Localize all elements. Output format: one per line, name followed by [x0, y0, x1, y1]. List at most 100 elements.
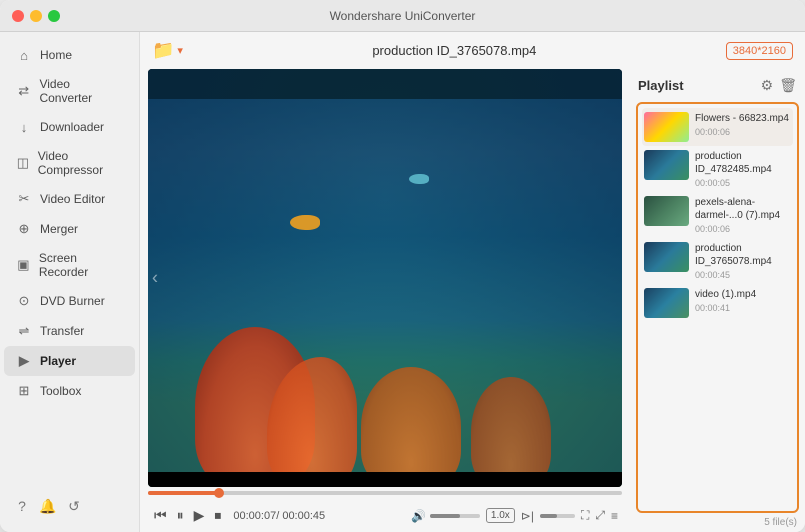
- sidebar-label-screen-recorder: Screen Recorder: [39, 251, 123, 279]
- player-body: ‹ ⏮ ⏸ ▶ ⏹ 00:00:: [140, 69, 805, 532]
- video-player-area: ‹ ⏮ ⏸ ▶ ⏹ 00:00:: [140, 69, 630, 532]
- prev-button[interactable]: ⏮: [152, 505, 169, 526]
- sidebar-item-transfer[interactable]: ⇌ Transfer: [4, 316, 135, 346]
- main-content: ⌂ Home ⇄ Video Converter ↓ Downloader ◫ …: [0, 32, 805, 532]
- letterbox-bottom: [148, 472, 622, 487]
- volume-fill: [430, 514, 460, 518]
- playlist-actions: ⚙ 🗑: [761, 77, 797, 94]
- video-converter-icon: ⇄: [16, 83, 31, 99]
- sidebar-item-screen-recorder[interactable]: ▣ Screen Recorder: [4, 244, 135, 286]
- sidebar-item-video-converter[interactable]: ⇄ Video Converter: [4, 70, 135, 112]
- play-button[interactable]: ▶: [192, 505, 207, 526]
- screen-recorder-icon: ▣: [16, 257, 31, 273]
- playlist-thumb: [644, 112, 689, 142]
- audio-fill: [540, 514, 558, 518]
- scrubber-track[interactable]: [148, 491, 622, 495]
- playlist-thumb: [644, 242, 689, 272]
- sidebar-item-toolbox[interactable]: ⊞ Toolbox: [4, 376, 135, 406]
- close-button[interactable]: [12, 10, 24, 22]
- playlist-item-info: production ID_3765078.mp4 00:00:45: [695, 242, 791, 280]
- playlist-item-name: production ID_3765078.mp4: [695, 242, 791, 268]
- playlist-item[interactable]: Flowers - 66823.mp4 00:00:06: [642, 108, 793, 146]
- sidebar-label-downloader: Downloader: [40, 120, 104, 134]
- playlist-item-duration: 00:00:41: [695, 303, 791, 313]
- dvd-burner-icon: ⊙: [16, 293, 32, 309]
- video-display: [148, 69, 622, 487]
- sidebar-item-video-editor[interactable]: ✂ Video Editor: [4, 184, 135, 214]
- add-dropdown-icon: ▾: [177, 44, 183, 57]
- sidebar-item-video-compressor[interactable]: ◫ Video Compressor: [4, 142, 135, 184]
- video-compressor-icon: ◫: [16, 155, 30, 171]
- volume-slider[interactable]: [430, 514, 480, 518]
- player-header: 📁 ▾ production ID_3765078.mp4 3840*2160: [140, 32, 805, 69]
- playlist-thumb: [644, 288, 689, 318]
- timeline-area[interactable]: [140, 487, 630, 499]
- sidebar-label-dvd-burner: DVD Burner: [40, 294, 105, 308]
- playlist-item-duration: 00:00:45: [695, 270, 791, 280]
- skip-icon[interactable]: ⊳|: [521, 509, 534, 523]
- playlist-item-duration: 00:00:06: [695, 224, 791, 234]
- playlist-settings-button[interactable]: ⚙: [761, 77, 774, 94]
- controls-bar: ⏮ ⏸ ▶ ⏹ 00:00:07/ 00:00:45 🔊 1.0x: [140, 499, 630, 532]
- volume-area: 🔊: [411, 509, 480, 523]
- sidebar-label-merger: Merger: [40, 222, 78, 236]
- playlist-item-info: production ID_4782485.mp4 00:00:05: [695, 150, 791, 188]
- fullscreen-icon[interactable]: ⤢: [595, 508, 605, 523]
- menu-icon[interactable]: ≡: [611, 509, 618, 523]
- playlist-item-duration: 00:00:05: [695, 178, 791, 188]
- sidebar-item-downloader[interactable]: ↓ Downloader: [4, 112, 135, 142]
- playlist-panel: Playlist ⚙ 🗑 Flowers - 66823.mp4 0: [630, 69, 805, 532]
- playlist-item-name: video (1).mp4: [695, 288, 791, 301]
- downloader-icon: ↓: [16, 119, 32, 135]
- sidebar-item-player[interactable]: ▶ Player: [4, 346, 135, 376]
- playlist-item[interactable]: production ID_4782485.mp4 00:00:05: [642, 146, 793, 192]
- time-display: 00:00:07/ 00:00:45: [233, 510, 325, 522]
- playlist-item[interactable]: video (1).mp4 00:00:41: [642, 284, 793, 322]
- fish-decoration-2: [409, 174, 429, 184]
- resolution-badge: 3840*2160: [726, 42, 793, 60]
- playlist-title: Playlist: [638, 78, 684, 93]
- sidebar-label-video-editor: Video Editor: [40, 192, 105, 206]
- sidebar-label-home: Home: [40, 48, 72, 62]
- video-container[interactable]: ‹: [148, 69, 622, 487]
- add-file-button[interactable]: 📁 ▾: [152, 40, 183, 61]
- playlist-footer: 5 file(s): [636, 513, 799, 532]
- transfer-icon: ⇌: [16, 323, 32, 339]
- audio-slider[interactable]: [540, 514, 575, 518]
- maximize-button[interactable]: [48, 10, 60, 22]
- playlist-item[interactable]: pexels-alena-darmel-...0 (7).mp4 00:00:0…: [642, 192, 793, 238]
- speed-badge[interactable]: 1.0x: [486, 508, 515, 523]
- scrubber-fill: [148, 491, 219, 495]
- playlist-item[interactable]: production ID_3765078.mp4 00:00:45: [642, 238, 793, 284]
- stop-button[interactable]: ⏹: [212, 505, 223, 526]
- sidebar-label-video-compressor: Video Compressor: [38, 149, 123, 177]
- volume-icon[interactable]: 🔊: [411, 509, 426, 523]
- file-count: 5 file(s): [764, 517, 797, 528]
- sidebar-bottom: ? 🔔 ↺: [0, 488, 139, 524]
- notifications-icon[interactable]: 🔔: [38, 496, 58, 516]
- coral-decoration-3: [361, 367, 461, 487]
- minimize-button[interactable]: [30, 10, 42, 22]
- pause-button[interactable]: ⏸: [175, 505, 186, 526]
- playlist-thumb: [644, 196, 689, 226]
- player-icon: ▶: [16, 353, 32, 369]
- app-title: Wondershare UniConverter: [330, 9, 476, 23]
- home-icon: ⌂: [16, 47, 32, 63]
- playlist-items: Flowers - 66823.mp4 00:00:06 production …: [636, 102, 799, 513]
- toolbox-icon: ⊞: [16, 383, 32, 399]
- sidebar-label-player: Player: [40, 354, 76, 368]
- scrubber-thumb[interactable]: [214, 488, 224, 498]
- help-icon[interactable]: ?: [12, 496, 32, 516]
- playlist-item-info: video (1).mp4 00:00:41: [695, 288, 791, 313]
- playlist-delete-button[interactable]: 🗑: [779, 77, 797, 94]
- playlist-item-info: pexels-alena-darmel-...0 (7).mp4 00:00:0…: [695, 196, 791, 234]
- sidebar-item-home[interactable]: ⌂ Home: [4, 40, 135, 70]
- playlist-item-name: production ID_4782485.mp4: [695, 150, 791, 176]
- aspect-ratio-icon[interactable]: ⛶: [581, 508, 589, 523]
- sidebar-item-merger[interactable]: ⊕ Merger: [4, 214, 135, 244]
- sidebar-item-dvd-burner[interactable]: ⊙ DVD Burner: [4, 286, 135, 316]
- add-file-icon: 📁: [152, 40, 174, 61]
- refresh-icon[interactable]: ↺: [64, 496, 84, 516]
- coral-decoration-4: [471, 377, 551, 487]
- sidebar: ⌂ Home ⇄ Video Converter ↓ Downloader ◫ …: [0, 32, 140, 532]
